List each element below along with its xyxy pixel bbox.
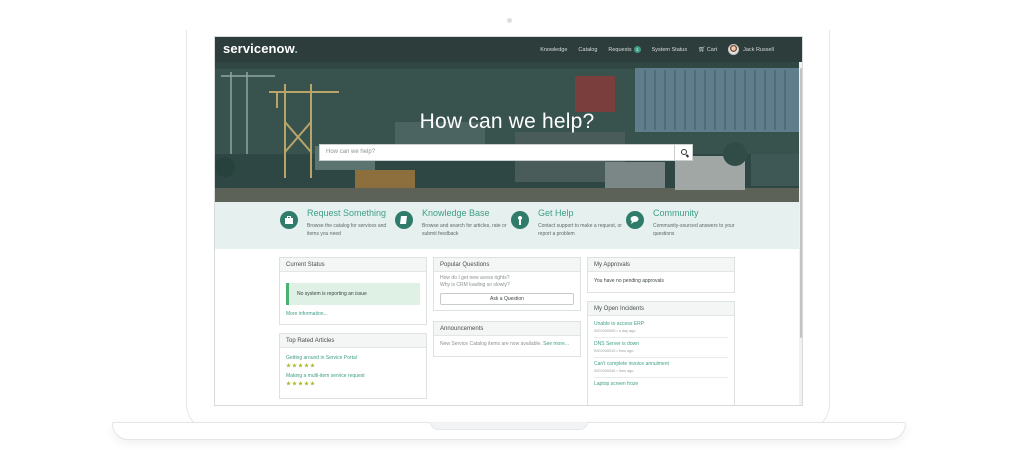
panel-title: Current Status: [280, 258, 426, 272]
cart-icon: 🛒︎: [698, 47, 706, 53]
scrollbar-thumb[interactable]: [800, 68, 802, 338]
search-input[interactable]: How can we help?: [319, 144, 675, 161]
nav-menu: Knowledge Catalog Requests 1 System Statu…: [540, 37, 774, 62]
top-navigation: servicenow. Knowledge Catalog Requests 1 …: [215, 37, 802, 62]
browser-screen: servicenow. Knowledge Catalog Requests 1 …: [214, 36, 803, 406]
star-icon: [298, 381, 303, 386]
incident-link[interactable]: Laptop screen froze: [594, 381, 728, 387]
list-item[interactable]: Getting around in Service Portal: [286, 355, 420, 368]
requests-count-badge: 1: [633, 46, 641, 53]
star-icon: [292, 381, 297, 386]
more-information-link[interactable]: More information...: [286, 311, 420, 317]
star-icon: [292, 363, 297, 368]
star-icon: [304, 381, 309, 386]
incident-link[interactable]: Can't complete invoice annulment: [594, 361, 728, 367]
my-approvals-panel: My Approvals You have no pending approva…: [587, 257, 735, 293]
question-link[interactable]: Why is CRM loading so slowly?: [440, 282, 574, 289]
star-icon: [298, 363, 303, 368]
scrollbar[interactable]: [799, 62, 802, 405]
user-name: Jack Russell: [743, 46, 774, 53]
action-description: Contact support to make a request, or re…: [538, 223, 622, 237]
hero-title: How can we help?: [419, 110, 595, 133]
quick-actions: Request Something Browse the catalog for…: [215, 202, 799, 249]
nav-requests[interactable]: Requests 1: [608, 46, 641, 53]
star-rating: [286, 381, 420, 386]
list-item[interactable]: Unable to access ERP INC0000000 • a day …: [594, 318, 728, 338]
action-title[interactable]: Request Something: [307, 208, 386, 218]
search-button[interactable]: [674, 144, 693, 161]
avatar: [728, 44, 740, 55]
lifebuoy-icon: [511, 211, 529, 229]
nav-knowledge[interactable]: Knowledge: [540, 47, 567, 53]
star-icon: [286, 381, 291, 386]
nav-cart[interactable]: 🛒︎Cart: [698, 46, 717, 53]
ask-question-button[interactable]: Ask a Question: [440, 293, 574, 305]
briefcase-icon: [280, 211, 298, 229]
incident-meta: INC0000040 • 5mo ago: [594, 369, 634, 373]
incident-meta: INC0000010 • 5mo ago: [594, 349, 634, 353]
panel-title: My Approvals: [588, 258, 734, 272]
book-icon: [395, 211, 413, 229]
question-link[interactable]: How do I get new acess rights?: [440, 275, 574, 282]
approvals-text: You have no pending approvals: [594, 278, 664, 284]
panel-title: Popular Questions: [434, 258, 580, 272]
list-item[interactable]: Can't complete invoice annulment INC0000…: [594, 358, 728, 378]
current-status-panel: Current Status No system is reporting an…: [279, 257, 427, 325]
hero-banner: How can we help? How can we help?: [215, 62, 799, 202]
see-more-link[interactable]: See more...: [543, 341, 569, 347]
chat-icon: [626, 211, 644, 229]
nav-system-status[interactable]: System Status: [652, 47, 687, 53]
action-title[interactable]: Get Help: [538, 208, 574, 218]
incident-link[interactable]: Unable to access ERP: [594, 321, 728, 327]
incident-meta: INC0000000 • a day ago: [594, 329, 636, 333]
announcements-panel: Announcements New Service Catalog items …: [433, 321, 581, 357]
nav-catalog[interactable]: Catalog: [578, 47, 597, 53]
action-description: Browse and search for articles, rate or …: [422, 223, 507, 237]
panel-title: Top Rated Articles: [280, 334, 426, 348]
servicenow-logo[interactable]: servicenow.: [223, 41, 298, 56]
status-alert: No system is reporting an issue: [286, 283, 420, 305]
list-item[interactable]: Making a multi-item service request: [286, 373, 420, 386]
star-icon: [310, 363, 315, 368]
article-link[interactable]: Getting around in Service Portal: [286, 355, 420, 361]
action-description: Community-sourced answers to your questi…: [653, 223, 735, 237]
star-rating: [286, 363, 420, 368]
user-menu[interactable]: Jack Russell: [728, 44, 774, 55]
popular-questions-panel: Popular Questions How do I get new acess…: [433, 257, 581, 311]
camera-dot: [507, 18, 512, 23]
top-rated-articles-panel: Top Rated Articles Getting around in Ser…: [279, 333, 427, 399]
panel-title: Announcements: [434, 322, 580, 336]
star-icon: [310, 381, 315, 386]
list-item[interactable]: DNS Server is down INC0000010 • 5mo ago: [594, 338, 728, 358]
laptop-notch: [430, 422, 588, 430]
action-title[interactable]: Community: [653, 208, 699, 218]
article-link[interactable]: Making a multi-item service request: [286, 373, 420, 379]
star-icon: [304, 363, 309, 368]
incident-link[interactable]: DNS Server is down: [594, 341, 728, 347]
search-icon-handle: [685, 154, 690, 158]
panel-title: My Open Incidents: [588, 302, 734, 316]
action-description: Browse the catalog for services and item…: [307, 223, 387, 237]
announcement-text: New Service Catalog items are now availa…: [440, 341, 542, 347]
my-open-incidents-panel: My Open Incidents Unable to access ERP I…: [587, 301, 735, 405]
action-title[interactable]: Knowledge Base: [422, 208, 490, 218]
star-icon: [286, 363, 291, 368]
list-item[interactable]: Laptop screen froze: [594, 378, 728, 393]
